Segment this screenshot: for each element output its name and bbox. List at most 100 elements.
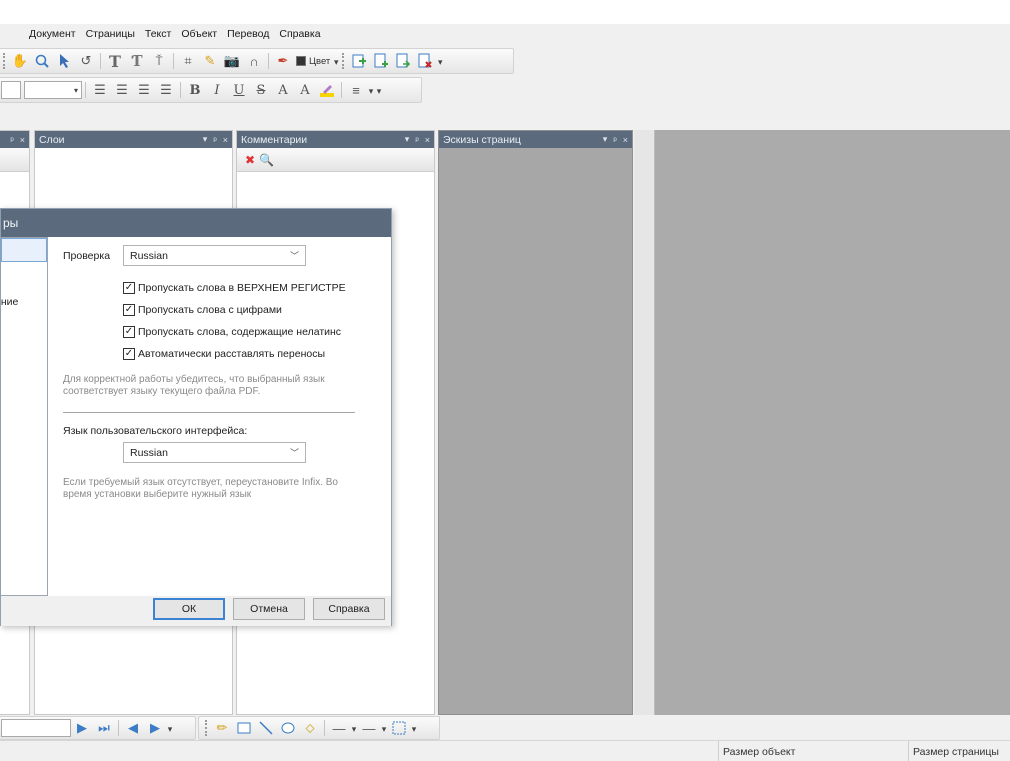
rectangle-icon[interactable] (234, 718, 254, 738)
help-button[interactable]: Справка (313, 598, 385, 620)
cancel-button[interactable]: Отмена (233, 598, 305, 620)
delete-comment-icon[interactable]: ✖ (245, 153, 255, 167)
link-icon[interactable]: ∩ (244, 51, 264, 71)
spellcheck-language-select[interactable]: Russian ﹀ (123, 245, 306, 266)
find-icon[interactable]: 🔍 (259, 153, 274, 167)
close-icon[interactable]: × (623, 135, 628, 145)
close-icon[interactable]: × (425, 135, 430, 145)
nav-item[interactable]: ение (1, 290, 47, 314)
spellcheck-language-value: Russian (130, 249, 168, 262)
dropdown-icon[interactable]: ▾ (350, 721, 358, 735)
select-arrow-icon[interactable] (54, 51, 74, 71)
page-extract-icon[interactable] (393, 51, 413, 71)
menu-pages[interactable]: Страницы (81, 28, 140, 40)
overflow-icon[interactable]: ▾ (375, 83, 383, 97)
crop-icon[interactable]: ⌗ (178, 51, 198, 71)
pin-icon[interactable]: ᵖ (415, 135, 418, 145)
ellipse-icon[interactable] (278, 718, 298, 738)
nav-item[interactable]: а (1, 266, 47, 290)
pin-icon[interactable]: ᵖ (10, 135, 13, 145)
page-delete-icon[interactable] (415, 51, 435, 71)
italic-button[interactable]: I (207, 80, 227, 100)
highlight-icon[interactable] (317, 80, 337, 100)
language-hint: Для корректной работы убедитесь, что выб… (63, 374, 325, 397)
menu-text[interactable]: Текст (140, 28, 176, 40)
align-center-icon[interactable]: ☰ (112, 80, 132, 100)
page-add-icon[interactable] (371, 51, 391, 71)
skip-uppercase-checkbox[interactable]: ✓ Пропускать слова в ВЕРХНЕМ РЕГИСТРЕ (123, 279, 383, 296)
document-area[interactable] (654, 130, 1010, 715)
overflow-icon[interactable]: ▾ (166, 721, 174, 735)
page-number-input[interactable] (1, 719, 71, 737)
undo-rotate-icon[interactable]: ↺ (76, 51, 96, 71)
overflow-icon[interactable]: ▾ (436, 54, 444, 68)
fill-icon[interactable]: ⬦ (300, 718, 320, 738)
ok-button[interactable]: ОК (153, 598, 225, 620)
align-justify-icon[interactable]: ☰ (156, 80, 176, 100)
bold-button[interactable]: B (185, 80, 205, 100)
line-icon[interactable] (256, 718, 276, 738)
checkbox-label: Автоматически расставлять переносы (138, 347, 326, 360)
text-tool-icon[interactable]: T (105, 51, 125, 71)
menu-translate[interactable]: Перевод (222, 28, 274, 40)
align-right-icon[interactable]: ☰ (134, 80, 154, 100)
strikethrough-button[interactable]: S (251, 80, 271, 100)
pin-icon[interactable]: ᵖ (213, 135, 216, 145)
eyedropper-icon[interactable]: ✎ (200, 51, 220, 71)
align-left-icon[interactable]: ☰ (90, 80, 110, 100)
text-flow-icon[interactable]: Ť (149, 51, 169, 71)
dropdown-icon[interactable]: ▾ (603, 134, 608, 145)
close-icon[interactable]: × (20, 135, 25, 145)
auto-hyphenation-checkbox[interactable]: ✓ Автоматически расставлять переносы (123, 345, 383, 362)
overflow-icon[interactable]: ▾ (332, 54, 340, 68)
dialog-title: ры (1, 209, 391, 237)
font-size-input[interactable] (1, 81, 21, 99)
hand-tool-icon[interactable]: ✋ (10, 51, 30, 71)
menu-object[interactable]: Объект (176, 28, 222, 40)
back-icon[interactable]: ◀ (123, 718, 143, 738)
menu-help[interactable]: Справка (274, 28, 325, 40)
dropdown-icon[interactable]: ▾ (203, 134, 208, 145)
skip-digits-checkbox[interactable]: ✓ Пропускать слова с цифрами (123, 301, 383, 318)
nav-item-selected[interactable] (1, 238, 47, 262)
splitter[interactable] (634, 130, 654, 715)
superscript-button[interactable]: A (273, 80, 293, 100)
overflow-icon[interactable]: ▾ (410, 721, 418, 735)
layers-panel-title: Слои (39, 133, 65, 146)
text-block-icon[interactable]: Ƭ (127, 51, 147, 71)
zoom-tool-icon[interactable] (32, 51, 52, 71)
camera-icon[interactable]: 📷 (222, 51, 242, 71)
ui-language-value: Russian (130, 446, 168, 459)
color-button[interactable]: Цвет (296, 56, 330, 67)
next-page-icon[interactable]: ▶ (72, 718, 92, 738)
skip-nonlatin-checkbox[interactable]: ✓ Пропускать слова, содержащие нелатинс (123, 323, 383, 340)
last-page-icon[interactable]: ⏭ (94, 718, 114, 738)
toolbar-grip[interactable] (3, 53, 7, 69)
object-size-field: Размер объект (718, 741, 908, 761)
close-icon[interactable]: × (223, 135, 228, 145)
underline-button[interactable]: U (229, 80, 249, 100)
line-spacing-icon[interactable]: ≡ (346, 80, 366, 100)
subscript-button[interactable]: A (295, 80, 315, 100)
title-strip (0, 0, 1010, 24)
pin-icon[interactable]: ᵖ (613, 135, 616, 145)
dropdown-icon[interactable]: ▾ (405, 134, 410, 145)
menu-document[interactable]: Документ (24, 28, 81, 40)
shape-icon[interactable] (389, 718, 409, 738)
style-combo[interactable]: ▾ (24, 81, 82, 99)
pen-icon[interactable]: ✒ (273, 51, 293, 71)
overflow-icon[interactable]: ▾ (367, 83, 375, 97)
line-width-icon[interactable]: — (359, 718, 379, 738)
forward-icon[interactable]: ▶ (145, 718, 165, 738)
line-style-icon[interactable]: — (329, 718, 349, 738)
nav-item[interactable]: а (1, 314, 47, 338)
pencil-icon[interactable]: ✏ (212, 718, 232, 738)
ui-language-select[interactable]: Russian ﹀ (123, 442, 306, 463)
reinstall-hint: Если требуемый язык отсутствует, переуст… (63, 477, 338, 500)
thumbnails-panel: Эскизы страниц ▾ ᵖ × (438, 130, 633, 715)
checkbox-check: ✓ (123, 347, 135, 360)
page-navigation-toolbar: ▶ ⏭ ◀ ▶ ▾ (0, 716, 196, 740)
dropdown-icon[interactable]: ▾ (380, 721, 388, 735)
page-insert-icon[interactable] (349, 51, 369, 71)
page-size-field: Размер страницы (908, 741, 1010, 761)
